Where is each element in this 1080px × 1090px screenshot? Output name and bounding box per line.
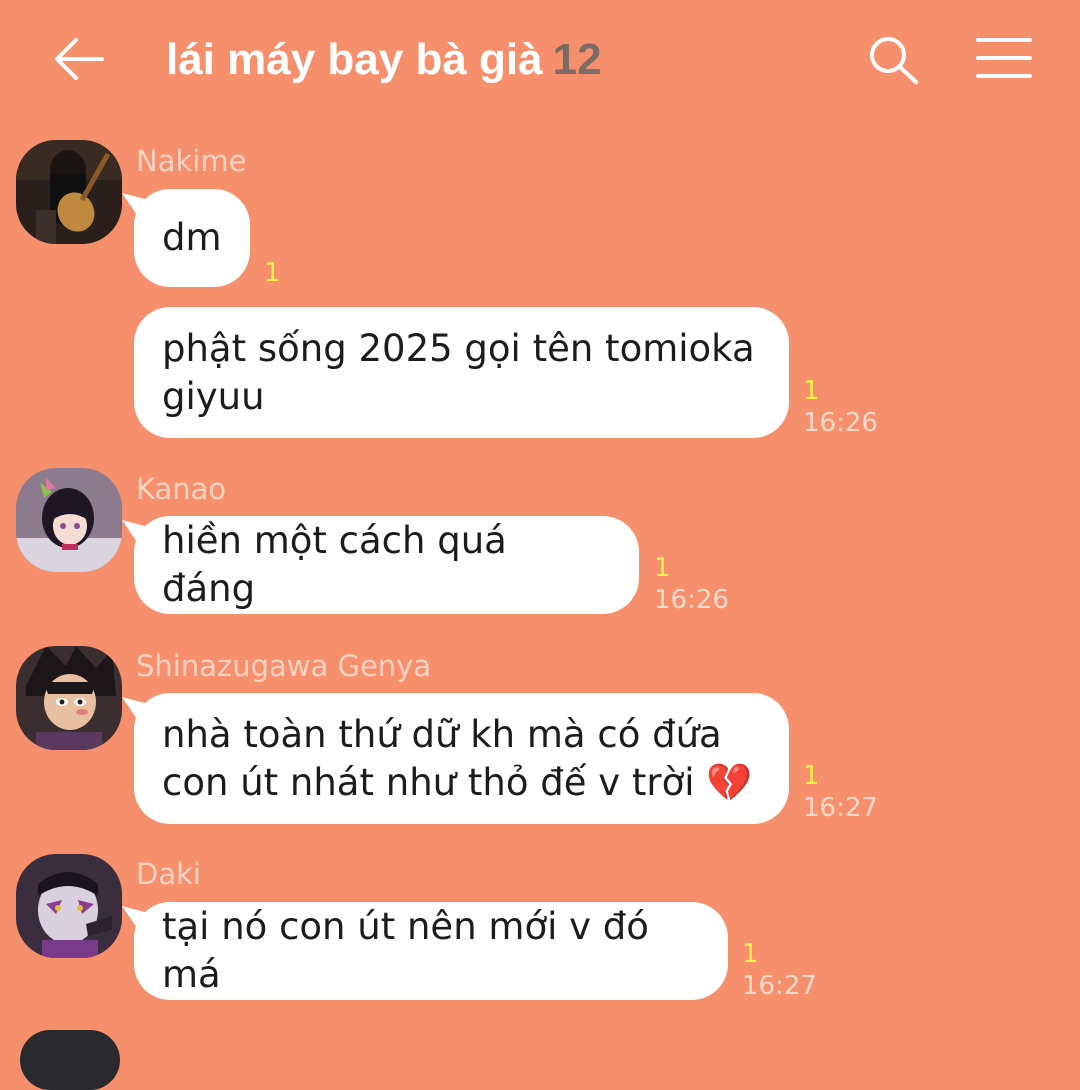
timestamp: 16:27 <box>742 971 817 1001</box>
message-text: phật sống 2025 gọi tên tomioka giyuu <box>162 326 755 418</box>
avatar-nakime[interactable] <box>16 140 122 244</box>
chat-header: lái máy bay bà già 12 <box>0 0 1080 120</box>
sender-name: Daki <box>136 857 201 891</box>
arrow-left-icon[interactable] <box>52 34 106 84</box>
timestamp: 16:26 <box>654 585 729 615</box>
sender-name: Shinazugawa Genya <box>136 649 432 683</box>
read-count: 1 <box>654 553 671 583</box>
search-icon[interactable] <box>866 34 922 86</box>
message-text: tại nó con út nên mới v đó má <box>162 905 649 996</box>
avatar-next-sender[interactable] <box>20 1030 120 1090</box>
read-count: 1 <box>803 376 820 406</box>
read-count: 1 <box>264 258 281 288</box>
chat-title: lái máy bay bà già 12 <box>166 34 602 86</box>
message-bubble[interactable]: tại nó con út nên mới v đó má <box>134 902 728 1000</box>
message-bubble[interactable]: dm <box>134 189 250 287</box>
read-count: 1 <box>803 761 820 791</box>
sender-name: Kanao <box>136 472 227 506</box>
message-text: nhà toàn thứ dữ kh mà có đứa con út nhát… <box>162 712 753 804</box>
message-text: hiền một cách quá đáng <box>162 519 507 610</box>
timestamp: 16:27 <box>803 793 878 823</box>
menu-icon[interactable] <box>974 36 1034 80</box>
message-bubble[interactable]: phật sống 2025 gọi tên tomioka giyuu <box>134 307 789 438</box>
read-count: 1 <box>742 939 759 969</box>
member-count: 12 <box>552 35 602 84</box>
avatar-genya[interactable] <box>16 646 122 750</box>
message-bubble[interactable]: hiền một cách quá đáng <box>134 516 639 614</box>
avatar-daki[interactable] <box>16 854 122 958</box>
sender-name: Nakime <box>136 144 247 178</box>
message-bubble[interactable]: nhà toàn thứ dữ kh mà có đứa con út nhát… <box>134 693 789 824</box>
group-name: lái máy bay bà già <box>166 35 543 84</box>
timestamp: 16:26 <box>803 408 878 438</box>
message-text: dm <box>162 216 222 259</box>
avatar-kanao[interactable] <box>16 468 122 572</box>
